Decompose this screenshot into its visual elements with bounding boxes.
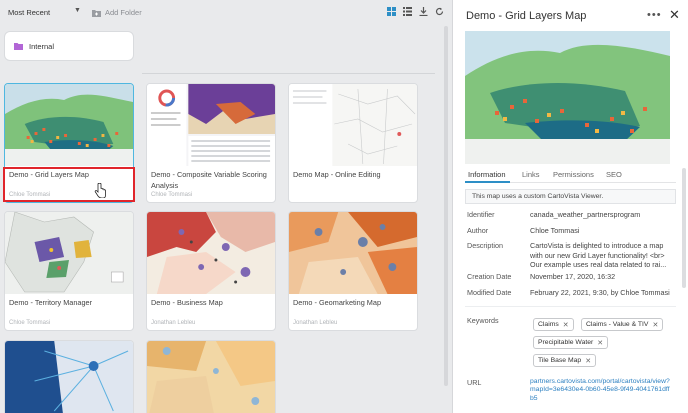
keyword-label: Claims - Value & TIV [586,321,649,328]
folder-card-internal[interactable]: Internal [4,31,134,61]
map-card-territory-manager[interactable]: Demo - Territory Manager Chloe Tommasi [4,211,134,331]
close-icon[interactable]: ✕ [669,7,680,23]
browser-scrollbar[interactable] [444,26,448,386]
tab-links[interactable]: Links [522,170,540,179]
sort-dropdown[interactable]: Most Recent [8,8,50,17]
creation-date-label: Creation Date [467,272,512,281]
details-panel: Demo - Grid Layers Map ••• ✕ Information… [452,0,688,413]
panel-map-preview [465,31,670,164]
map-card-business-map[interactable]: Demo - Business Map Jonathan Lebleu [146,211,276,331]
map-card-composite-scoring[interactable]: Demo - Composite Variable Scoring Analys… [146,83,276,203]
folder-plus-icon [92,9,101,17]
card-title: Demo - Composite Variable Scoring Analys… [151,170,267,190]
add-folder-label: Add Folder [105,8,142,17]
map-card-partial-left[interactable] [4,340,134,413]
description-value: CartoVista is delighted to introduce a m… [530,241,667,269]
map-thumbnail [147,341,275,413]
add-folder-button[interactable]: Add Folder [92,8,142,17]
section-divider [465,306,676,307]
keyword-chip[interactable]: Claims - Value & TIV ✕ [581,318,664,331]
card-author: Chloe Tommasi [151,192,193,198]
panel-scrollbar[interactable] [682,168,686,288]
map-browser: Most Recent ▼ Add Folder Internal Demo -… [0,0,452,413]
map-thumbnail [5,212,133,294]
list-view-icon[interactable] [402,6,412,16]
card-title: Demo - Business Map [151,298,223,307]
identifier-value: canada_weather_partnersprogram [530,210,641,219]
card-author: Chloe Tommasi [9,320,51,326]
tab-permissions[interactable]: Permissions [553,170,594,179]
section-divider [142,73,435,74]
folder-label: Internal [29,41,55,51]
mouse-cursor-icon [94,183,106,198]
map-card-online-editing[interactable]: Demo Map - Online Editing [288,83,418,203]
folder-icon [14,42,23,50]
selection-highlight-box [3,167,135,202]
keyword-chip[interactable]: Claims ✕ [533,318,574,331]
panel-tabs: Information Links Permissions SEO [465,168,676,183]
caret-down-icon[interactable]: ▼ [74,7,81,14]
card-title: Demo - Territory Manager [9,298,92,307]
keyword-label: Precipitable Water [538,339,594,346]
map-thumbnail [147,212,275,294]
card-author: Jonathan Lebleu [151,320,196,326]
tab-seo[interactable]: SEO [606,170,622,179]
refresh-icon[interactable] [434,6,444,16]
map-thumbnail [5,84,133,166]
panel-title: Demo - Grid Layers Map [466,10,587,22]
remove-keyword-icon[interactable]: ✕ [563,321,569,329]
download-icon[interactable] [418,6,428,16]
remove-keyword-icon[interactable]: ✕ [585,357,591,365]
viewer-note: This map uses a custom CartoVista Viewer… [465,189,676,204]
description-label: Description [467,241,503,250]
url-label: URL [467,378,482,387]
modified-date-label: Modified Date [467,288,512,297]
keyword-label: Claims [538,321,559,328]
author-value: Chloe Tommasi [530,226,580,235]
map-thumbnail [289,84,417,166]
modified-date-value: February 22, 2021, 9:30, by Chloe Tommas… [530,288,670,297]
active-tab-indicator [465,181,510,183]
map-card-partial-right[interactable] [146,340,276,413]
keyword-chip[interactable]: Tile Base Map ✕ [533,354,597,367]
remove-keyword-icon[interactable]: ✕ [597,339,603,347]
map-thumbnail [5,341,133,413]
identifier-label: Identifier [467,210,495,219]
creation-date-value: November 17, 2020, 16:32 [530,272,616,281]
more-options-icon[interactable]: ••• [647,9,662,21]
map-thumbnail [289,212,417,294]
keywords-label: Keywords [467,316,499,325]
browser-toolbar: Most Recent ▼ Add Folder [0,0,452,26]
card-title: Demo - Geomarketing Map [293,298,382,307]
map-card-geomarketing[interactable]: Demo - Geomarketing Map Jonathan Lebleu [288,211,418,331]
remove-keyword-icon[interactable]: ✕ [652,321,658,329]
author-label: Author [467,226,489,235]
keyword-label: Tile Base Map [538,357,582,364]
card-author: Jonathan Lebleu [293,320,338,326]
grid-view-icon[interactable] [386,6,396,16]
tab-information[interactable]: Information [468,170,506,179]
keyword-chip[interactable]: Precipitable Water ✕ [533,336,609,349]
url-link[interactable]: partners.cartovista.com/portal/cartovist… [530,378,670,403]
map-thumbnail [147,84,275,166]
card-title: Demo Map - Online Editing [293,170,381,179]
